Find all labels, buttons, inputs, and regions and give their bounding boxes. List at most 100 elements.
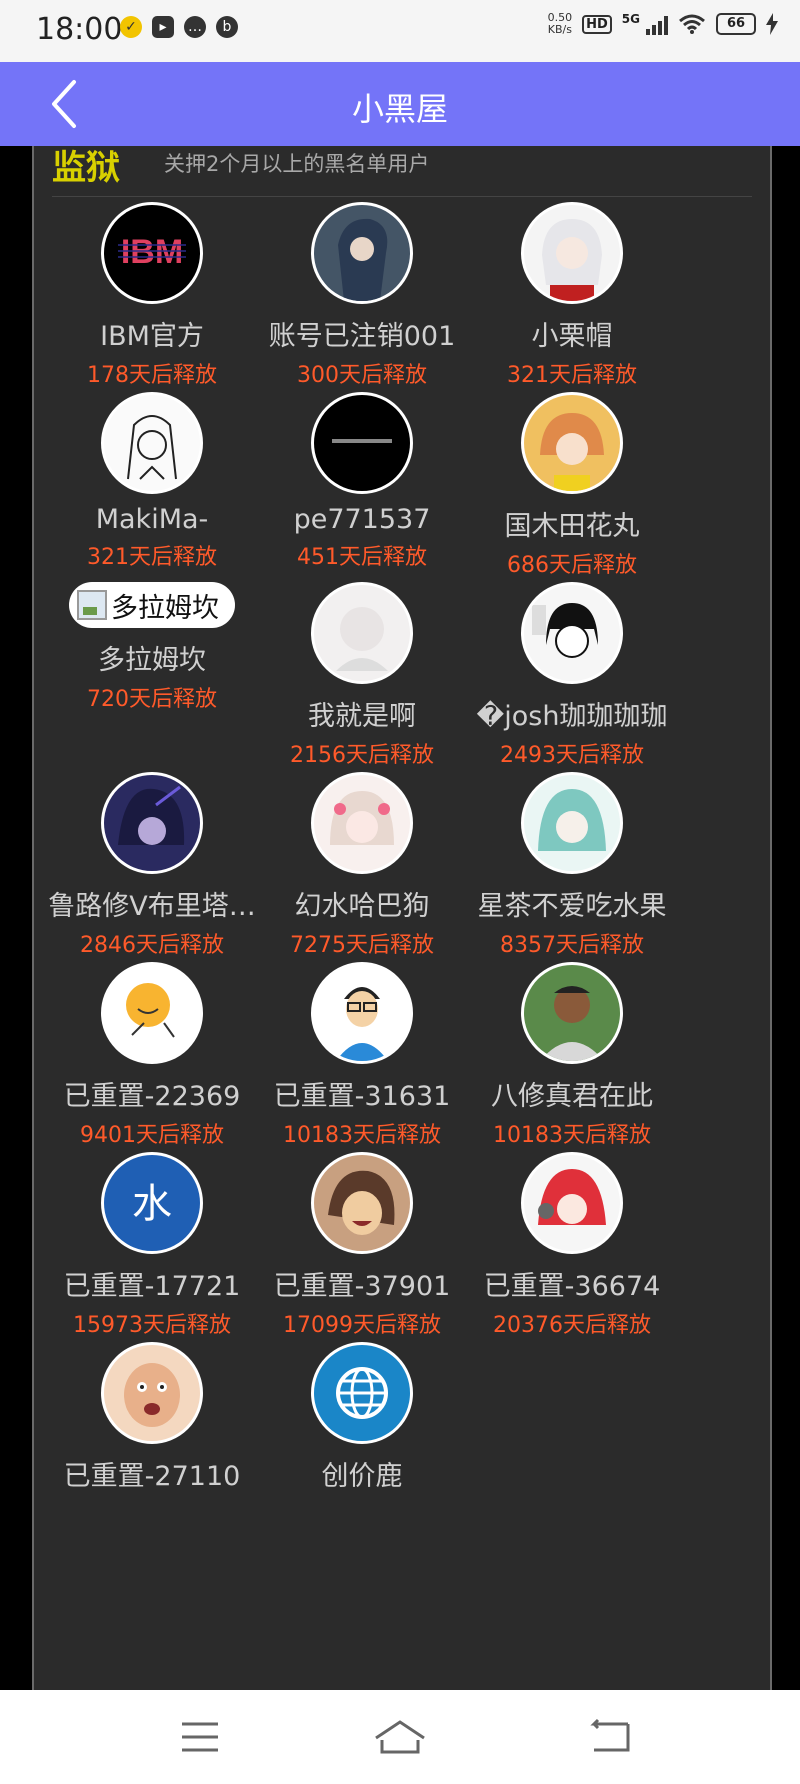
user-card[interactable]: 星茶不爱吃水果 8357天后释放	[452, 772, 692, 959]
manga-boy-image	[524, 585, 620, 681]
user-name: 已重置-31631	[273, 1081, 451, 1112]
network-type: 5G	[621, 12, 640, 26]
user-name: 八修真君在此	[491, 1081, 653, 1112]
release-countdown: 451天后释放	[297, 545, 427, 570]
system-nav-bar	[0, 1690, 800, 1784]
user-name: 创价鹿	[321, 1461, 403, 1492]
user-name: 我就是啊	[308, 701, 416, 732]
charging-icon	[766, 13, 778, 35]
user-name: 账号已注销001	[268, 321, 456, 352]
user-name: pe771537	[293, 504, 431, 535]
avatar[interactable]	[521, 392, 623, 494]
avatar[interactable]	[311, 772, 413, 874]
user-card[interactable]: 已重置-37901 17099天后释放	[242, 1152, 482, 1339]
user-card[interactable]: 多拉姆坎 多拉姆坎 720天后释放	[34, 582, 272, 713]
release-countdown: 15973天后释放	[73, 1313, 231, 1338]
bilibili-icon: b	[216, 16, 238, 38]
anime-girl-pink-image	[314, 775, 410, 871]
avatar[interactable]	[521, 962, 623, 1064]
avatar[interactable]	[101, 772, 203, 874]
user-name: 已重置-17721	[63, 1271, 241, 1302]
avatar[interactable]	[311, 962, 413, 1064]
user-card[interactable]: 国木田花丸 686天后释放	[452, 392, 692, 579]
release-countdown: 2493天后释放	[500, 743, 644, 768]
network-speed: 0.50 KB/s	[547, 11, 573, 36]
qq-icon: ✓	[120, 16, 142, 38]
user-card[interactable]: 已重置-27110	[34, 1342, 272, 1497]
message-icon: …	[184, 16, 206, 38]
app-header: 小黑屋	[0, 62, 800, 146]
avatar[interactable]	[101, 1342, 203, 1444]
user-name: 已重置-27110	[63, 1461, 241, 1492]
user-name: 鲁路修V布里塔…	[48, 891, 256, 922]
manga-girl-image	[104, 395, 200, 491]
anime-girl-silver-image	[524, 205, 620, 301]
avatar[interactable]	[101, 962, 203, 1064]
ibm-logo-image: IBM	[104, 205, 200, 301]
section-title: 监狱	[52, 148, 120, 188]
menu-button[interactable]	[170, 1714, 230, 1760]
avatar[interactable]	[521, 202, 623, 304]
release-countdown: 20376天后释放	[493, 1313, 651, 1338]
home-icon	[375, 1720, 425, 1754]
user-name: 国木田花丸	[504, 511, 640, 542]
release-countdown: 8357天后释放	[500, 933, 644, 958]
release-countdown: 321天后释放	[87, 545, 217, 570]
user-name: 小栗帽	[531, 321, 613, 352]
avatar[interactable]: IBM	[101, 202, 203, 304]
anime-sketch-image	[314, 585, 410, 681]
smiley-ball-image	[104, 965, 200, 1061]
release-countdown: 686天后释放	[507, 553, 637, 578]
user-card[interactable]: 创价鹿	[242, 1342, 482, 1497]
avatar[interactable]	[311, 392, 413, 494]
home-button[interactable]	[370, 1714, 430, 1760]
release-countdown: 7275天后释放	[290, 933, 434, 958]
release-countdown: 300天后释放	[297, 363, 427, 388]
black-text-image	[314, 395, 410, 491]
user-name: IBM官方	[100, 321, 204, 352]
hd-badge: HD	[582, 14, 612, 34]
user-card[interactable]: 幻水哈巴狗 7275天后释放	[242, 772, 482, 959]
user-card[interactable]: 已重置-31631 10183天后释放	[242, 962, 482, 1149]
avatar[interactable]	[311, 1342, 413, 1444]
meme-face-image	[104, 1345, 200, 1441]
content-panel: 监狱 关押2个月以上的黑名单用户 IBM IBM官方 178天后释放 账号已注销001…	[32, 146, 772, 1690]
anime-girl-red-image	[524, 1155, 620, 1251]
nav-back-button[interactable]	[580, 1714, 640, 1760]
release-countdown: 10183天后释放	[283, 1123, 441, 1148]
user-card[interactable]: 我就是啊 2156天后释放	[242, 582, 482, 769]
user-card[interactable]: pe771537 451天后释放	[242, 392, 482, 571]
user-card[interactable]: 已重置-22369 9401天后释放	[34, 962, 272, 1149]
user-card[interactable]: 八修真君在此 10183天后释放	[452, 962, 692, 1149]
user-card[interactable]: 鲁路修V布里塔… 2846天后释放	[34, 772, 272, 959]
user-card[interactable]: �josh珈珈珈珈 2493天后释放	[452, 582, 692, 769]
user-name: 幻水哈巴狗	[294, 891, 430, 922]
user-name: �josh珈珈珈珈	[476, 701, 668, 732]
status-bar: 18:00 ✓ ▸ … b 0.50 KB/s HD 5G 66	[0, 0, 800, 62]
user-name: MakiMa-	[95, 504, 209, 535]
user-card[interactable]: 小栗帽 321天后释放	[452, 202, 692, 389]
avatar[interactable]	[311, 582, 413, 684]
user-card[interactable]: 水已重置-17721 15973天后释放	[34, 1152, 272, 1339]
avatar[interactable]	[311, 1152, 413, 1254]
notification-icons: ✓ ▸ … b	[120, 16, 238, 38]
user-card[interactable]: MakiMa- 321天后释放	[34, 392, 272, 571]
avatar[interactable]: 水	[101, 1152, 203, 1254]
avatar[interactable]	[521, 1152, 623, 1254]
user-name: 已重置-37901	[273, 1271, 451, 1302]
cartoon-man-image	[314, 965, 410, 1061]
avatar[interactable]	[101, 392, 203, 494]
user-card[interactable]: 已重置-36674 20376天后释放	[452, 1152, 692, 1339]
user-card[interactable]: IBM IBM官方 178天后释放	[34, 202, 272, 389]
user-card[interactable]: 账号已注销001 300天后释放	[242, 202, 482, 389]
anime-boy-purple-image	[104, 775, 200, 871]
avatar[interactable]	[521, 772, 623, 874]
avatar[interactable]	[311, 202, 413, 304]
battery-icon: 66	[716, 13, 756, 35]
avatar[interactable]	[521, 582, 623, 684]
menu-icon	[182, 1722, 218, 1752]
app-icon: ▸	[152, 16, 174, 38]
anime-girl-orange-image	[524, 395, 620, 491]
system-icons: 0.50 KB/s HD 5G 66	[548, 12, 778, 36]
section-header: 监狱 关押2个月以上的黑名单用户	[52, 146, 752, 197]
